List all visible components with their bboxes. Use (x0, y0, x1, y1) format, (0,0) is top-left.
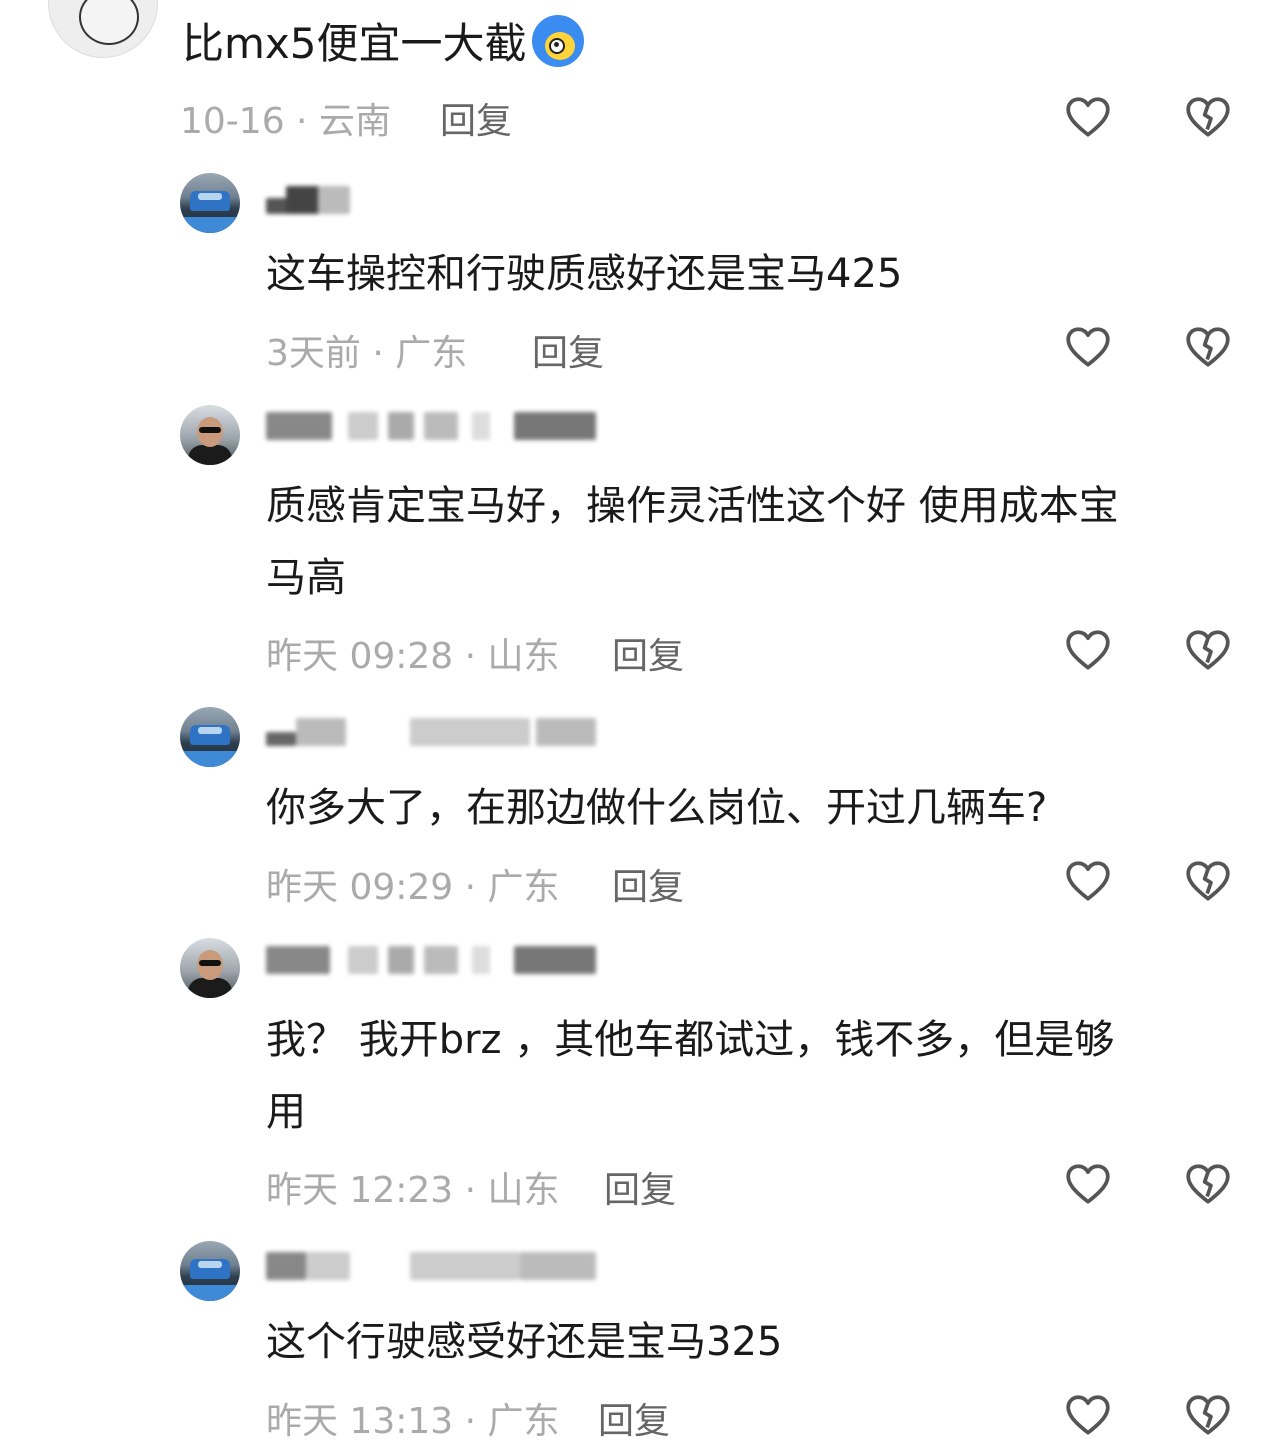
avatar[interactable] (180, 405, 240, 465)
reply-button[interactable]: 回复 (440, 92, 512, 144)
heart-outline-icon[interactable] (1063, 92, 1113, 142)
broken-heart-icon[interactable] (1183, 92, 1233, 142)
reply-text: 我？ 我开brz ，其他车都试过，钱不多，但是够 用 (266, 1004, 1114, 1148)
avatar[interactable] (180, 1241, 240, 1301)
reply-meta: 昨天 09:28 · 山东 (266, 636, 560, 677)
reply-button[interactable]: 回复 (612, 858, 684, 910)
reply-text: 这车操控和行驶质感好还是宝马425 (266, 238, 902, 310)
broken-heart-icon[interactable] (1183, 625, 1233, 675)
comment-body: 比mx5便宜一大截 (182, 19, 527, 68)
reply-button[interactable]: 回复 (612, 627, 684, 679)
reply-meta: 昨天 12:23 · 山东 (266, 1170, 560, 1211)
username-blurred[interactable] (266, 718, 596, 748)
heart-outline-icon[interactable] (1063, 1390, 1113, 1440)
username-blurred[interactable] (266, 946, 596, 976)
heart-outline-icon[interactable] (1063, 1159, 1113, 1209)
reply-text-line: 我？ 我开brz ，其他车都试过，钱不多，但是够 (266, 1017, 1115, 1063)
avatar[interactable] (180, 938, 240, 998)
reply-text: 你多大了，在那边做什么岗位、开过几辆车? (266, 772, 1047, 844)
username-blurred[interactable] (266, 412, 596, 442)
reply-text: 这个行驶感受好还是宝马325 (266, 1306, 782, 1378)
reply-text-line: 这车操控和行驶质感好还是宝马425 (266, 251, 903, 297)
comment-meta: 10-16 · 云南 (180, 101, 391, 142)
reply-button[interactable]: 回复 (532, 324, 604, 376)
avatar[interactable] (180, 173, 240, 233)
username-blurred[interactable] (266, 186, 350, 216)
avatar[interactable] (48, 0, 158, 58)
heart-outline-icon[interactable] (1063, 856, 1113, 906)
reply-button[interactable]: 回复 (598, 1392, 670, 1444)
comment-text: 比mx5便宜一大截 (182, 8, 587, 80)
reply-text-line: 用 (266, 1089, 306, 1135)
reply-text-line: 你多大了，在那边做什么岗位、开过几辆车? (266, 785, 1048, 831)
reply-meta: 昨天 13:13 · 广东 (266, 1401, 560, 1442)
heart-outline-icon[interactable] (1063, 625, 1113, 675)
broken-heart-icon[interactable] (1183, 322, 1233, 372)
blue-face-emoji-icon (529, 12, 587, 70)
broken-heart-icon[interactable] (1183, 1159, 1233, 1209)
reply-meta: 昨天 09:29 · 广东 (266, 867, 560, 908)
avatar-face (79, 0, 139, 45)
broken-heart-icon[interactable] (1183, 856, 1233, 906)
broken-heart-icon[interactable] (1183, 1390, 1233, 1440)
reply-text-line: 这个行驶感受好还是宝马325 (266, 1319, 783, 1365)
reply-text-line: 质感肯定宝马好，操作灵活性这个好 使用成本宝 (266, 483, 1119, 529)
username-blurred[interactable] (266, 1252, 596, 1282)
reply-meta: 3天前 · 广东 (266, 333, 468, 374)
avatar[interactable] (180, 707, 240, 767)
reply-text-line: 马高 (266, 555, 346, 601)
reply-text: 质感肯定宝马好，操作灵活性这个好 使用成本宝 马高 (266, 470, 1119, 614)
reply-button[interactable]: 回复 (604, 1161, 676, 1213)
heart-outline-icon[interactable] (1063, 322, 1113, 372)
